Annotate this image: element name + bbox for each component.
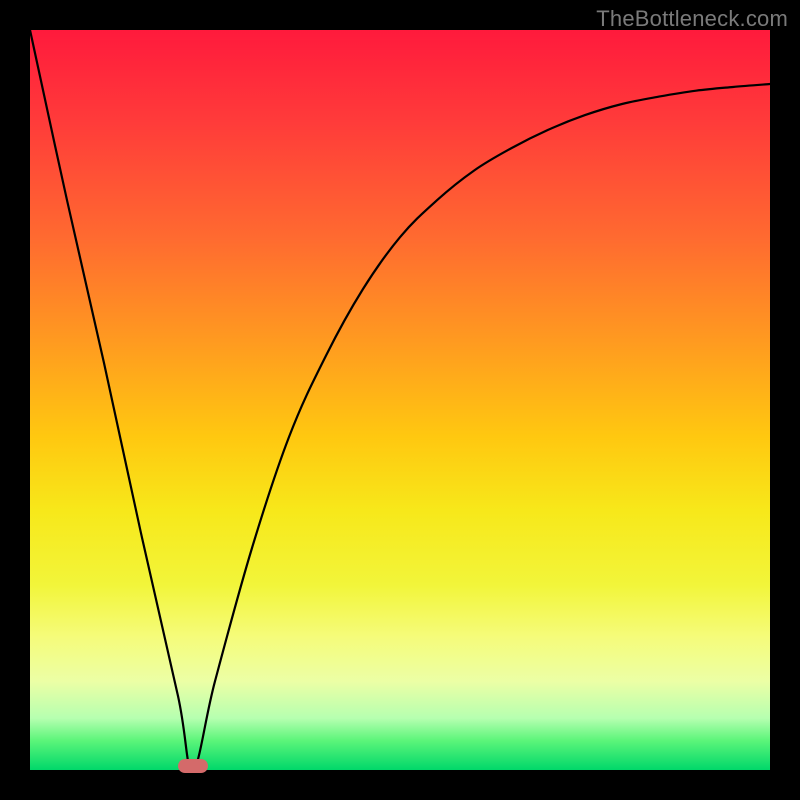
- optimum-marker: [178, 759, 208, 773]
- bottleneck-curve: [30, 30, 770, 770]
- chart-frame: TheBottleneck.com: [0, 0, 800, 800]
- curve-svg: [30, 30, 770, 770]
- plot-area: [30, 30, 770, 770]
- watermark-text: TheBottleneck.com: [596, 6, 788, 32]
